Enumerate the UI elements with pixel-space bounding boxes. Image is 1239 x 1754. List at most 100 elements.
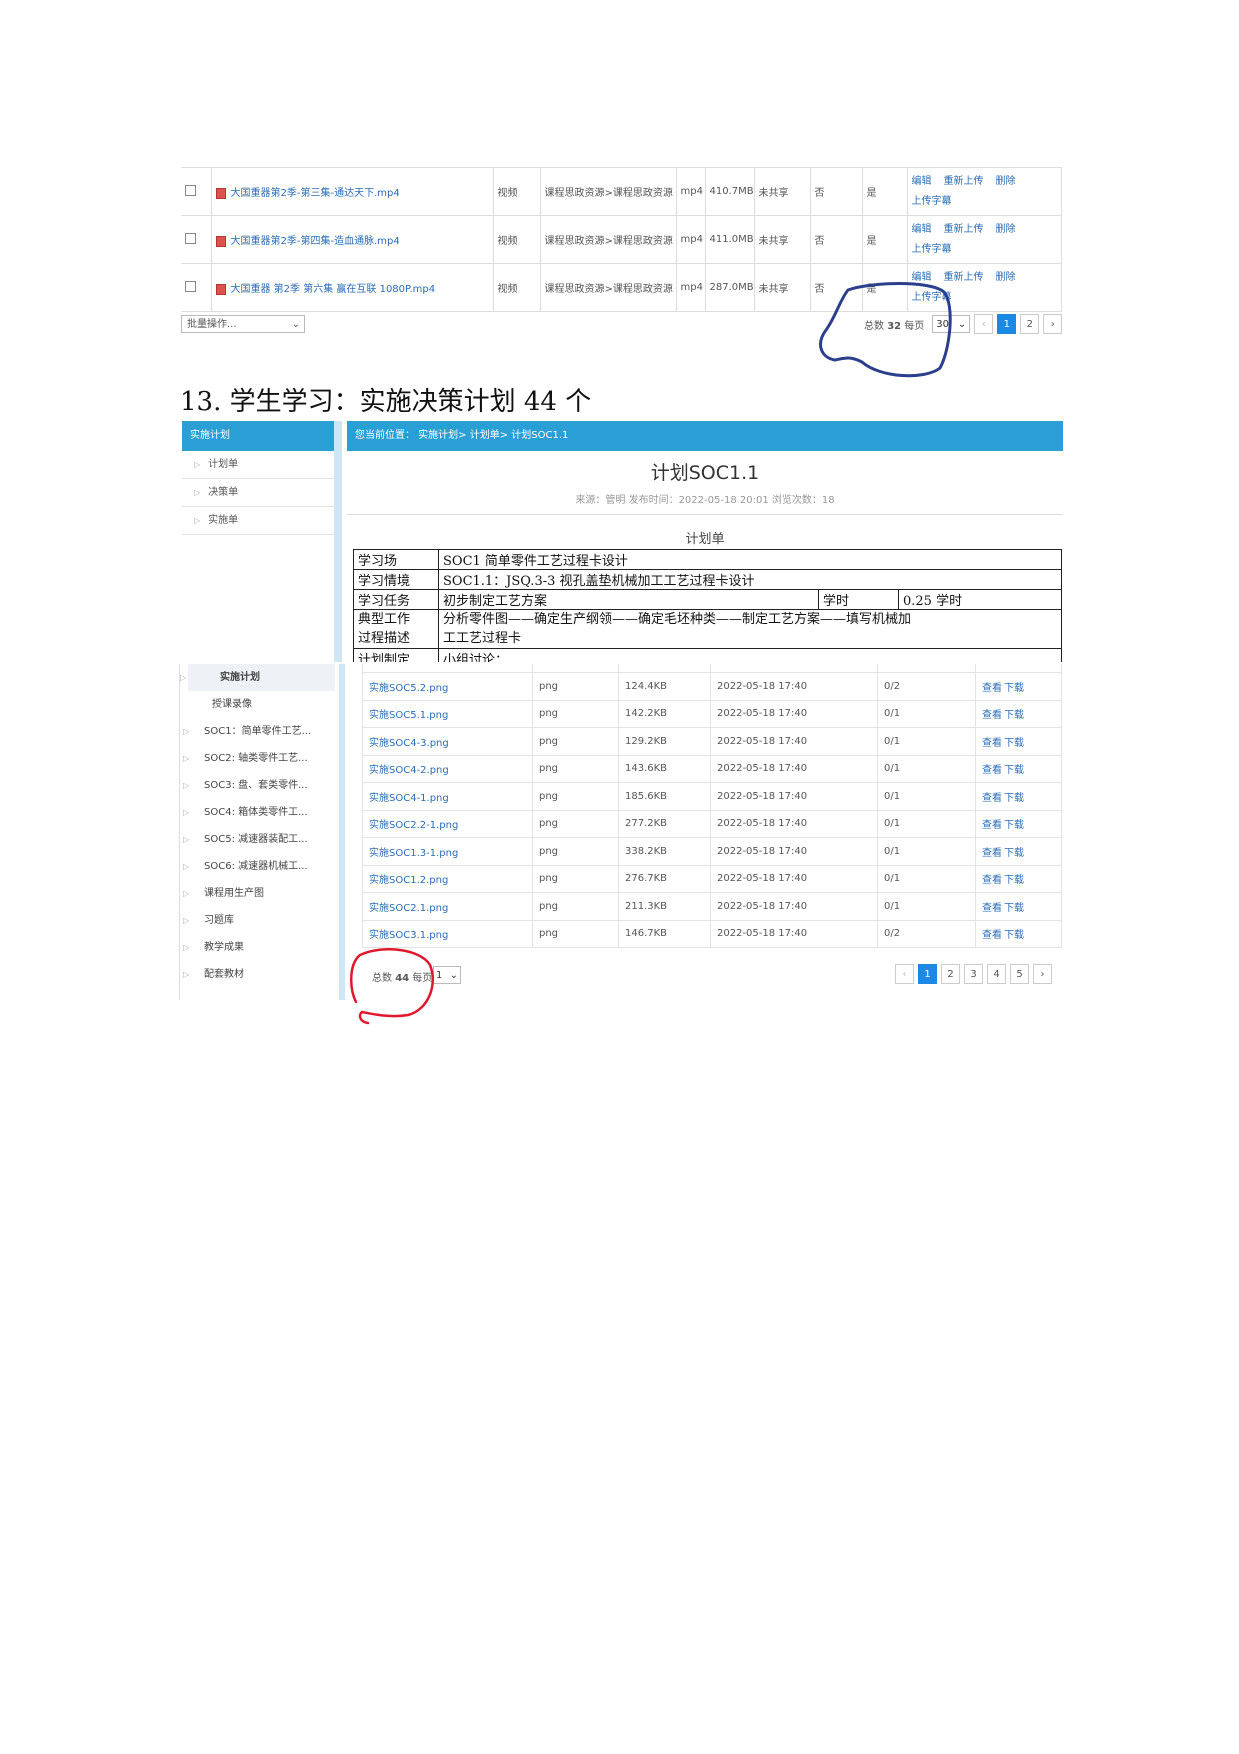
upload-subtitle-button[interactable]: 上传字幕: [912, 240, 952, 260]
download-button[interactable]: 下载: [1004, 875, 1024, 886]
sidebar-item-implementation[interactable]: ▷ 实施单: [182, 507, 334, 535]
per-page-select[interactable]: 30 ⌄: [932, 315, 971, 333]
file-link[interactable]: 实施SOC1.2.png: [369, 875, 448, 886]
view-button[interactable]: 查看: [982, 765, 1002, 776]
view-button[interactable]: 查看: [982, 820, 1002, 831]
file-list-main: 实施SOC5.2.png png 124.4KB 2022-05-18 17:40 0/…: [362, 664, 1062, 948]
per-page-value: 1: [436, 969, 443, 981]
page-button-1[interactable]: 1: [997, 314, 1017, 334]
resource-table: 大国重器第2季-第三集-通达天下.mp4 视频 课程思政资源>课程思政资源 mp…: [181, 167, 1062, 312]
file-link[interactable]: 实施SOC4-2.png: [369, 765, 449, 776]
size-cell: 211.3KB: [618, 892, 711, 921]
file-link[interactable]: 实施SOC1.3-1.png: [369, 848, 458, 859]
download-button[interactable]: 下载: [1004, 848, 1024, 859]
download-button[interactable]: 下载: [1004, 793, 1024, 804]
page-button-2[interactable]: 2: [941, 964, 960, 984]
edit-button[interactable]: 编辑: [912, 172, 932, 192]
path-cell: 课程思政资源>课程思政资源: [539, 263, 677, 312]
table-row: 大国重器第2季-第三集-通达天下.mp4 视频 课程思政资源>课程思政资源 mp…: [181, 167, 1062, 216]
file-link[interactable]: 实施SOC4-1.png: [369, 793, 449, 804]
sidebar-item-plan[interactable]: ▷ 计划单: [182, 451, 334, 479]
delete-button[interactable]: 删除: [996, 172, 1016, 192]
batch-action-select[interactable]: 批量操作... ⌄: [181, 315, 305, 333]
page-button-3[interactable]: 3: [964, 964, 983, 984]
view-button[interactable]: 查看: [982, 903, 1002, 914]
sidebar-item-production-drawings[interactable]: ▷ 课程用生产图: [180, 880, 335, 907]
actions-cell: 查看 下载: [975, 809, 1062, 838]
view-button[interactable]: 查看: [982, 683, 1002, 694]
plan-heading: 计划单: [685, 532, 725, 547]
chevron-left-icon[interactable]: ‹: [895, 964, 914, 984]
per-page-select[interactable]: 1 ⌄: [433, 966, 461, 984]
page-button-5[interactable]: 5: [1010, 964, 1029, 984]
count-cell: 0/1: [877, 699, 976, 728]
view-button[interactable]: 查看: [982, 848, 1002, 859]
edit-button[interactable]: 编辑: [912, 220, 932, 240]
file-link[interactable]: 实施SOC5.1.png: [369, 710, 448, 721]
size-cell: 338.2KB: [618, 837, 711, 866]
file-link[interactable]: 实施SOC3.1.png: [369, 930, 448, 941]
page-button-2[interactable]: 2: [1020, 314, 1040, 334]
triangle-right-icon: ▷: [183, 970, 190, 979]
checkbox-icon[interactable]: [185, 280, 196, 292]
delete-button[interactable]: 删除: [996, 220, 1016, 240]
view-button[interactable]: 查看: [982, 710, 1002, 721]
file-table: 实施SOC5.2.png png 124.4KB 2022-05-18 17:40 0/…: [362, 664, 1062, 948]
count-cell: 0/1: [877, 892, 976, 921]
checkbox-icon[interactable]: [185, 232, 196, 244]
download-button[interactable]: 下载: [1004, 903, 1024, 914]
sidebar-item-decision[interactable]: ▷ 决策单: [182, 479, 334, 507]
table-row: 大国重器第2季-第四集-造血通脉.mp4 视频 课程思政资源>课程思政资源 mp…: [181, 215, 1062, 264]
sidebar-item-soc1[interactable]: ▷ SOC1：简单零件工艺...: [180, 718, 335, 745]
download-button[interactable]: 下载: [1004, 710, 1024, 721]
download-button[interactable]: 下载: [1004, 820, 1024, 831]
reupload-button[interactable]: 重新上传: [944, 220, 984, 240]
file-link[interactable]: 实施SOC4-3.png: [369, 738, 449, 749]
upload-subtitle-button[interactable]: 上传字幕: [912, 288, 952, 308]
file-link[interactable]: 大国重器 第2季 第六集 赢在互联 1080P.mp4: [231, 284, 436, 295]
plan-value-line: 工工艺过程卡: [443, 631, 522, 646]
upload-subtitle-button[interactable]: 上传字幕: [912, 192, 952, 212]
plan-detail-screenshot: 实施计划 ▷ 计划单 ▷ 决策单 ▷ 实施单 您当前位置： 实施计划> 计划单> 计划…: [182, 421, 1063, 662]
sidebar-item-teaching-results[interactable]: ▷ 教学成果: [180, 934, 335, 961]
page-button-1[interactable]: 1: [918, 964, 937, 984]
file-link[interactable]: 实施SOC2.1.png: [369, 903, 448, 914]
file-link[interactable]: 大国重器第2季-第四集-造血通脉.mp4: [231, 236, 400, 247]
sidebar-item-soc2[interactable]: ▷ SOC2: 轴类零件工艺...: [180, 745, 335, 772]
edit-button[interactable]: 编辑: [912, 268, 932, 288]
view-button[interactable]: 查看: [982, 738, 1002, 749]
file-link[interactable]: 实施SOC2.2-1.png: [369, 820, 458, 831]
time-cell: 2022-05-18 17:40: [710, 754, 878, 783]
triangle-right-icon: ▷: [194, 460, 201, 469]
sidebar-item-soc6[interactable]: ▷ SOC6: 减速器机械工...: [180, 853, 335, 880]
reupload-button[interactable]: 重新上传: [944, 268, 984, 288]
total-prefix: 总数: [372, 973, 392, 984]
actions-cell: 查看 下载: [975, 727, 1062, 756]
view-button[interactable]: 查看: [982, 930, 1002, 941]
chevron-left-icon[interactable]: ‹: [974, 314, 994, 334]
path-cell: 课程思政资源>课程思政资源: [539, 167, 677, 216]
sidebar-item-implementation-plan[interactable]: ▷ 实施计划: [180, 664, 335, 691]
view-button[interactable]: 查看: [982, 793, 1002, 804]
download-button[interactable]: 下载: [1004, 738, 1024, 749]
checkbox-icon[interactable]: [185, 184, 196, 196]
sidebar-item-lecture-video[interactable]: 授课录像: [180, 691, 335, 718]
page-button-4[interactable]: 4: [987, 964, 1006, 984]
sidebar-item-soc5[interactable]: ▷ SOC5: 减速器装配工...: [180, 826, 335, 853]
sidebar-item-textbooks[interactable]: ▷ 配套教材: [180, 961, 335, 988]
view-button[interactable]: 查看: [982, 875, 1002, 886]
download-button[interactable]: 下载: [1004, 930, 1024, 941]
chevron-right-icon[interactable]: ›: [1043, 314, 1063, 334]
delete-button[interactable]: 删除: [996, 268, 1016, 288]
download-button[interactable]: 下载: [1004, 765, 1024, 776]
file-link[interactable]: 实施SOC5.2.png: [369, 683, 448, 694]
triangle-right-icon: ▷: [180, 673, 187, 682]
chevron-right-icon[interactable]: ›: [1033, 964, 1052, 984]
file-link[interactable]: 大国重器第2季-第三集-通达天下.mp4: [231, 188, 400, 199]
reupload-button[interactable]: 重新上传: [944, 172, 984, 192]
sidebar-item-exercise-bank[interactable]: ▷ 习题库: [180, 907, 335, 934]
sidebar-item-soc4[interactable]: ▷ SOC4: 箱体类零件工...: [180, 799, 335, 826]
type-cell: 视频: [492, 263, 541, 312]
sidebar-item-soc3[interactable]: ▷ SOC3: 盘、套类零件...: [180, 772, 335, 799]
download-button[interactable]: 下载: [1004, 683, 1024, 694]
